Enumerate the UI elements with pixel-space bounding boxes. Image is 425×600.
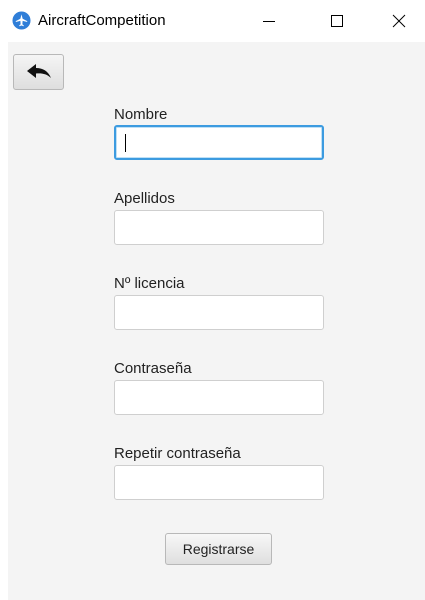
back-arrow-icon <box>26 64 51 78</box>
minimize-icon <box>263 21 275 22</box>
form-panel: Nombre Apellidos Nº licencia Contraseña … <box>8 42 425 600</box>
apellidos-input[interactable] <box>114 210 324 245</box>
window-title: AircraftCompetition <box>38 12 166 29</box>
title-bar[interactable]: AircraftCompetition <box>0 0 425 42</box>
repetir-contrasena-input[interactable] <box>114 465 324 500</box>
maximize-icon <box>331 15 343 27</box>
app-window: AircraftCompetition Nombre Apellidos Nº … <box>0 0 425 600</box>
licencia-input[interactable] <box>114 295 324 330</box>
contrasena-input[interactable] <box>114 380 324 415</box>
nombre-input[interactable] <box>114 125 324 160</box>
text-caret <box>125 134 126 152</box>
minimize-button[interactable] <box>246 0 292 42</box>
close-button[interactable] <box>376 0 422 42</box>
nombre-label: Nombre <box>114 106 168 123</box>
repetir-contrasena-label: Repetir contraseña <box>114 445 241 462</box>
maximize-button[interactable] <box>314 0 360 42</box>
contrasena-label: Contraseña <box>114 360 192 377</box>
licencia-label: Nº licencia <box>114 275 185 292</box>
close-icon <box>392 14 406 28</box>
register-button[interactable]: Registrarse <box>165 533 272 565</box>
apellidos-label: Apellidos <box>114 190 175 207</box>
back-button[interactable] <box>13 54 64 90</box>
airplane-icon <box>12 11 31 30</box>
